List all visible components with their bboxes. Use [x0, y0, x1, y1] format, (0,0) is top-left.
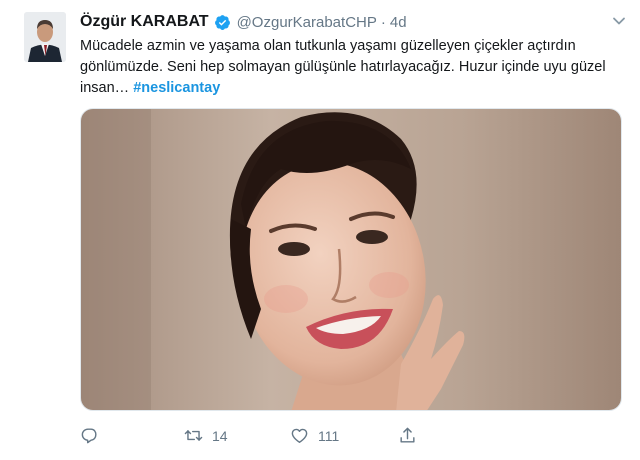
reply-icon — [81, 428, 97, 444]
chevron-down-icon[interactable] — [612, 14, 626, 28]
tweet-card[interactable]: Özgür KARABAT @OzgurKarabatCHP · 4d Müca… — [0, 0, 640, 460]
tweet-text: Mücadele azmin ve yaşama olan tutkunla y… — [80, 36, 625, 99]
like-count: 111 — [318, 427, 340, 444]
timestamp[interactable]: 4d — [390, 14, 407, 31]
heart-icon — [291, 428, 308, 443]
portrait-photo — [81, 109, 621, 410]
user-handle[interactable]: @OzgurKarabatCHP — [237, 14, 377, 31]
avatar[interactable] — [24, 12, 66, 62]
share-icon — [400, 427, 415, 443]
tweet-media-image[interactable] — [80, 108, 622, 411]
retweet-icon — [184, 430, 203, 441]
hashtag-link[interactable]: #neslicantay — [133, 80, 220, 96]
avatar-photo — [24, 12, 66, 62]
tweet-actions: 14 111 — [80, 426, 440, 450]
reply-button[interactable] — [80, 426, 108, 445]
retweet-button[interactable]: 14 — [184, 426, 228, 445]
verified-badge-icon — [214, 14, 231, 31]
display-name[interactable]: Özgür KARABAT — [80, 13, 209, 31]
tweet-header: Özgür KARABAT @OzgurKarabatCHP · 4d — [80, 11, 407, 33]
retweet-count: 14 — [212, 427, 228, 444]
separator-dot: · — [380, 13, 386, 31]
share-button[interactable] — [398, 426, 417, 445]
like-button[interactable]: 111 — [290, 426, 339, 445]
